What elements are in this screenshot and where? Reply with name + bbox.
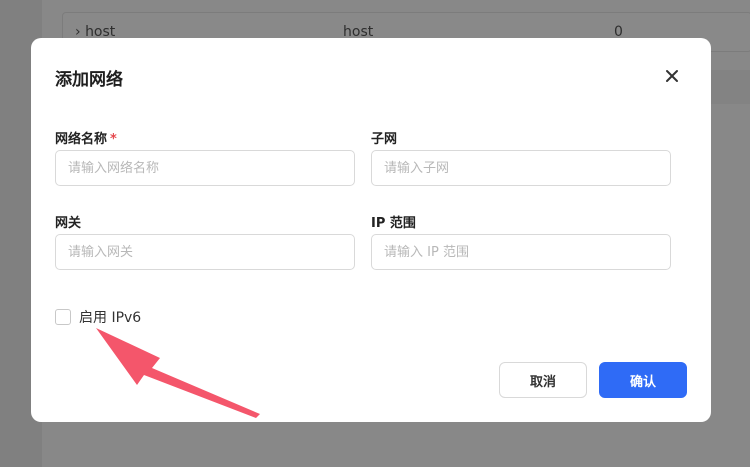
gateway-label: 网关: [55, 216, 82, 231]
subnet-label: 子网: [371, 132, 398, 147]
annotation-arrow-icon: [96, 328, 260, 418]
dialog-title: 添加网络: [55, 70, 123, 90]
ip-range-input[interactable]: [371, 234, 671, 270]
cancel-button[interactable]: 取消: [499, 362, 587, 398]
gateway-input[interactable]: [55, 234, 355, 270]
ipv6-checkbox[interactable]: [55, 309, 71, 325]
network-name-label: 网络名称 *: [55, 132, 117, 147]
ip-range-label: IP 范围: [371, 216, 416, 231]
subnet-input[interactable]: [371, 150, 671, 186]
close-button[interactable]: [662, 66, 682, 86]
network-name-input[interactable]: [55, 150, 355, 186]
required-mark: *: [110, 132, 117, 147]
close-icon: [666, 70, 678, 82]
confirm-button[interactable]: 确认: [599, 362, 687, 398]
